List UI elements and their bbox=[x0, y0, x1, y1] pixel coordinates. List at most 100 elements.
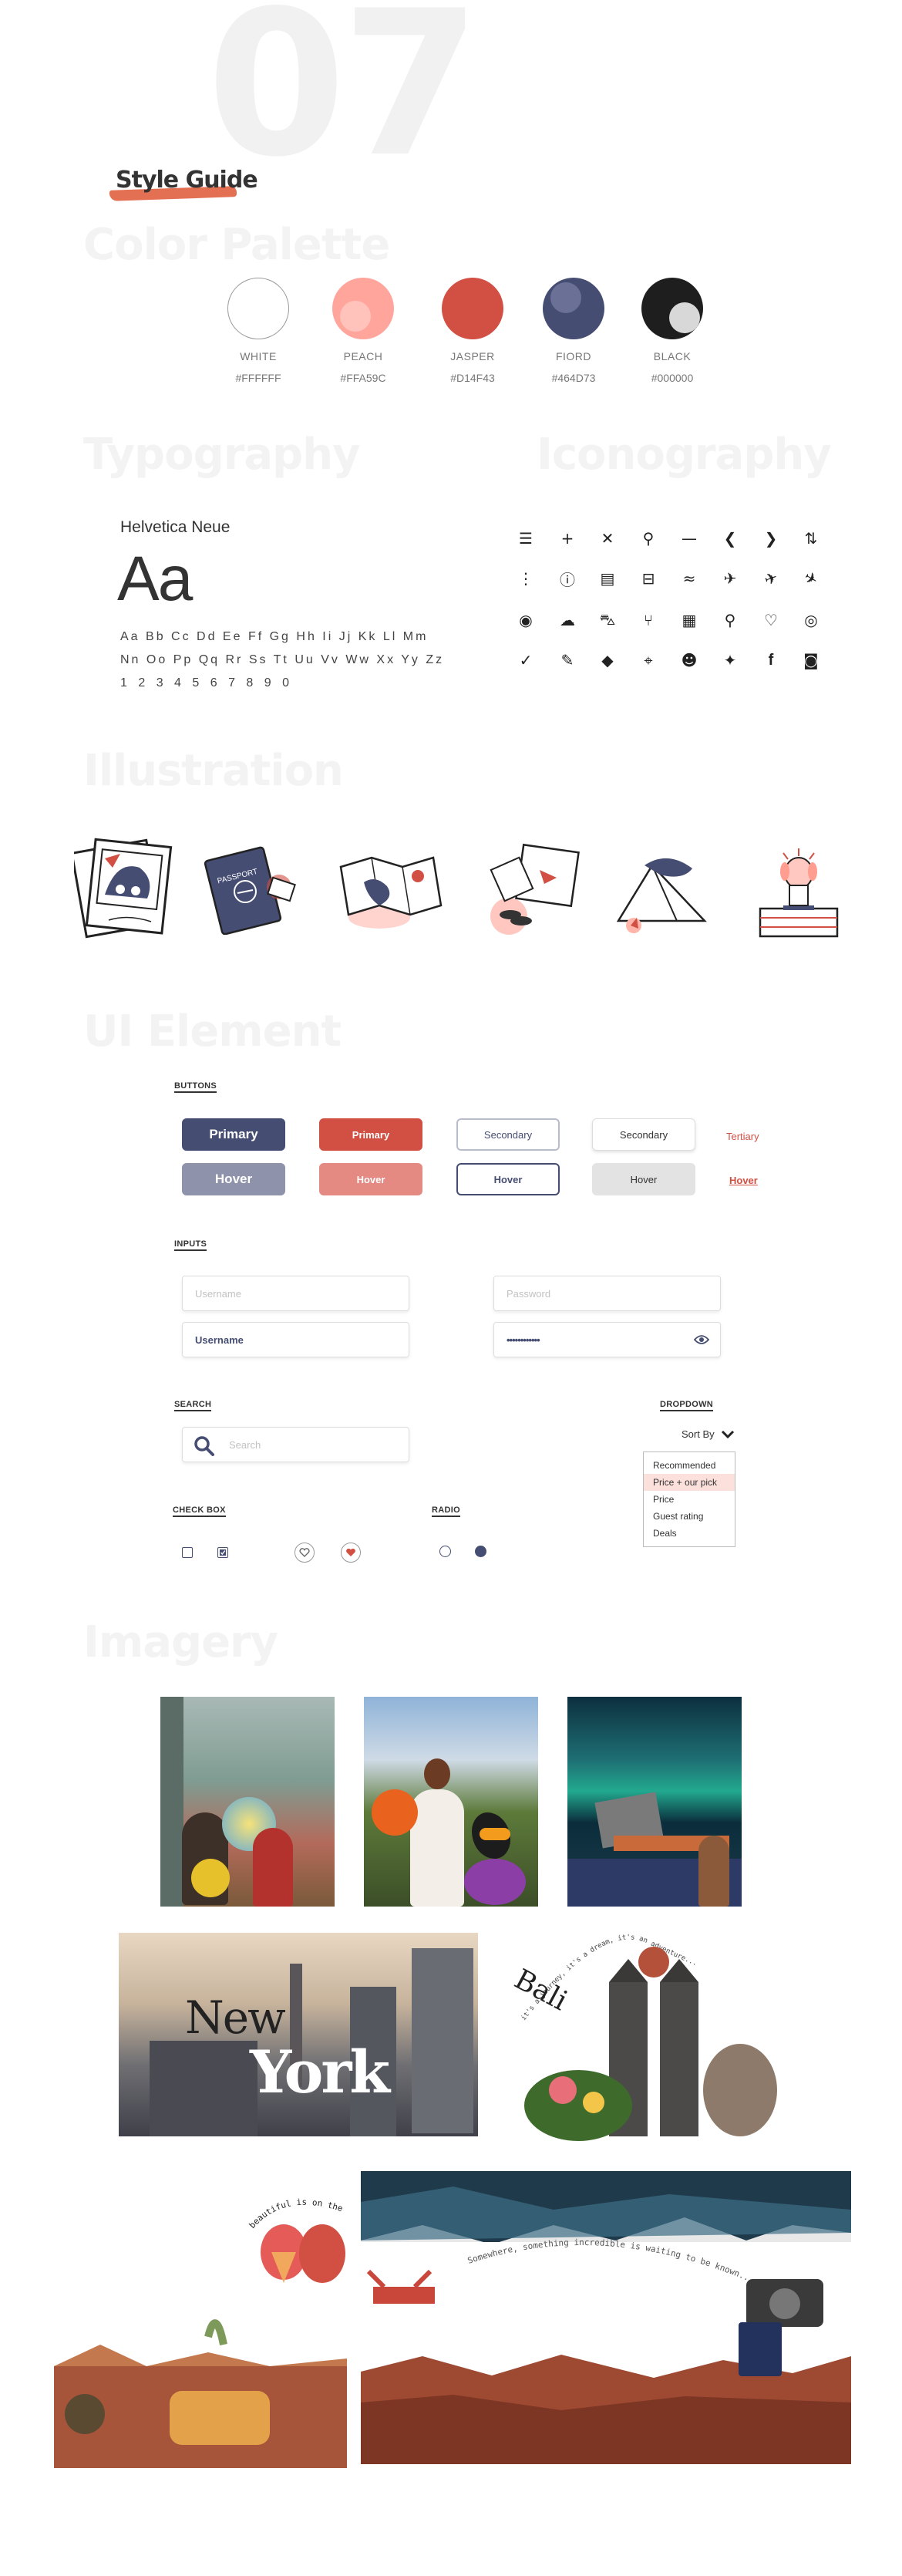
tertiary-button[interactable]: Tertiary bbox=[726, 1131, 759, 1142]
bali-image: it's a journey, it's a dream, it's an ad… bbox=[509, 1928, 786, 2141]
plus-icon: + bbox=[560, 529, 574, 548]
search-icon: ⚲ bbox=[642, 529, 655, 548]
secondary-light-button[interactable]: Secondary bbox=[592, 1118, 695, 1151]
password-field-filled[interactable]: •••••••••••• bbox=[493, 1322, 721, 1357]
menu-icon: ☰ bbox=[519, 529, 533, 548]
emoji-icon: ☻ bbox=[681, 651, 698, 669]
new-york-image: New York bbox=[119, 1933, 478, 2136]
primary-hover-button[interactable]: Hover bbox=[182, 1163, 285, 1195]
location-icon: ⌖ bbox=[644, 651, 653, 669]
horizon-curved-text: beautiful is on the horizon bbox=[54, 2160, 349, 2230]
checkbox-label: CHECK BOX bbox=[173, 1505, 226, 1517]
radio-selected[interactable] bbox=[475, 1546, 486, 1557]
eye-icon[interactable] bbox=[694, 1334, 709, 1345]
dropdown-label: DROPDOWN bbox=[660, 1400, 714, 1411]
color-circle bbox=[332, 278, 394, 339]
color-circle bbox=[227, 278, 289, 339]
username-field[interactable]: Username bbox=[182, 1276, 409, 1311]
primary-alt-hover-button[interactable]: Hover bbox=[319, 1163, 422, 1195]
radio-label: RADIO bbox=[432, 1505, 460, 1517]
search-input[interactable]: Search bbox=[182, 1427, 409, 1462]
plane-icon: ✈ bbox=[723, 569, 737, 588]
heart-icon bbox=[299, 1548, 310, 1557]
section-heading-color-palette: Color Palette bbox=[83, 220, 390, 270]
section-heading-imagery: Imagery bbox=[83, 1617, 278, 1667]
chevron-down-icon bbox=[721, 1430, 734, 1438]
dog-suitcase-illustration bbox=[752, 841, 845, 949]
buttons-label: BUTTONS bbox=[174, 1081, 217, 1093]
favorite-toggle-on[interactable] bbox=[341, 1543, 361, 1563]
heart-icon: ♡ bbox=[764, 611, 778, 629]
new-york-title-new: New bbox=[185, 1991, 286, 2044]
section-heading-ui-element: UI Element bbox=[83, 1006, 342, 1057]
plane-takeoff-icon: ✈ bbox=[762, 567, 780, 590]
cloud-icon: ☁ bbox=[560, 611, 575, 629]
chevron-left-icon: ❮ bbox=[723, 529, 737, 548]
digits-line: 1 2 3 4 5 6 7 8 9 0 bbox=[120, 676, 293, 690]
font-name: Helvetica Neue bbox=[120, 518, 231, 536]
passport-illustration: PASSPORT bbox=[202, 842, 306, 939]
tickets-illustration bbox=[480, 841, 584, 943]
color-name: BLACK bbox=[653, 350, 692, 362]
dining-icon: ⑂ bbox=[644, 611, 653, 629]
collage-image-2 bbox=[364, 1697, 538, 1907]
more-vertical-icon: ⋮ bbox=[518, 569, 533, 588]
primary-alt-button[interactable]: Primary bbox=[319, 1118, 422, 1151]
dropdown-option[interactable]: Price bbox=[644, 1491, 735, 1508]
sort-by-dropdown[interactable]: Sort By bbox=[682, 1428, 735, 1440]
primary-button[interactable]: Primary bbox=[182, 1118, 285, 1151]
collage-image-1 bbox=[160, 1697, 335, 1907]
checkbox-checked[interactable] bbox=[217, 1547, 228, 1558]
color-circle bbox=[543, 278, 604, 339]
secondary-light-hover-button[interactable]: Hover bbox=[592, 1163, 695, 1195]
section-number: 07 bbox=[207, 0, 481, 201]
radio-unselected[interactable] bbox=[439, 1546, 451, 1557]
username-field-filled[interactable]: Username bbox=[182, 1322, 409, 1357]
calendar-icon: ▦ bbox=[682, 611, 697, 629]
section-heading-illustration: Illustration bbox=[83, 746, 344, 796]
color-hex: #D14F43 bbox=[450, 372, 495, 384]
search-label: SEARCH bbox=[174, 1400, 212, 1411]
chevron-right-icon: ❯ bbox=[764, 529, 778, 548]
quote-image: Somewhere, something incredible is waiti… bbox=[361, 2171, 851, 2464]
color-hex: #FFFFFF bbox=[235, 372, 281, 384]
secondary-button[interactable]: Secondary bbox=[456, 1118, 560, 1151]
car-icon: ⛍ bbox=[599, 609, 616, 629]
checkbox-unchecked[interactable] bbox=[182, 1547, 193, 1558]
svg-text:beautiful is on the horizon: beautiful is on the horizon bbox=[54, 2160, 349, 2230]
dropdown-option[interactable]: Price + our pick bbox=[644, 1474, 735, 1491]
color-name: PEACH bbox=[343, 350, 383, 362]
secondary-hover-button[interactable]: Hover bbox=[456, 1163, 560, 1195]
password-value: •••••••••••• bbox=[507, 1334, 540, 1346]
dropdown-option[interactable]: Recommended bbox=[644, 1457, 735, 1474]
document-icon: ▤ bbox=[600, 569, 615, 588]
pin-board-icon: ⚲ bbox=[724, 611, 736, 629]
color-hex: #000000 bbox=[651, 372, 694, 384]
facebook-icon: f bbox=[768, 651, 774, 669]
inputs-label: INPUTS bbox=[174, 1239, 207, 1251]
instagram-icon: ◙ bbox=[803, 651, 819, 669]
dropdown-option[interactable]: Guest rating bbox=[644, 1508, 735, 1525]
section-heading-typography: Typography bbox=[83, 430, 361, 480]
color-name: FIORD bbox=[555, 350, 592, 362]
font-sample: Aa bbox=[117, 544, 193, 614]
tertiary-hover-button[interactable]: Hover bbox=[729, 1175, 758, 1186]
close-icon: ✕ bbox=[601, 529, 614, 548]
favorite-toggle-off[interactable] bbox=[294, 1543, 315, 1563]
section-heading-iconography: Iconography bbox=[537, 430, 832, 480]
alphabet-line-1: Aa Bb Cc Dd Ee Ff Gg Hh Ii Jj Kk Ll Mm bbox=[120, 630, 429, 643]
dropdown-option[interactable]: Deals bbox=[644, 1525, 735, 1542]
color-name: WHITE bbox=[240, 350, 277, 362]
bed-icon: ⊟ bbox=[641, 569, 655, 588]
map-illustration bbox=[333, 844, 453, 940]
twitter-icon: ✦ bbox=[723, 651, 737, 669]
color-circle bbox=[641, 278, 703, 339]
eye-icon: ◎ bbox=[804, 611, 818, 629]
tent-illustration bbox=[606, 835, 722, 946]
info-icon: ⓘ bbox=[560, 570, 575, 589]
password-field[interactable]: Password bbox=[493, 1276, 721, 1311]
search-icon bbox=[194, 1436, 214, 1456]
color-hex: #FFA59C bbox=[340, 372, 386, 384]
color-name: JASPER bbox=[450, 350, 495, 362]
check-icon: ✓ bbox=[519, 651, 533, 669]
